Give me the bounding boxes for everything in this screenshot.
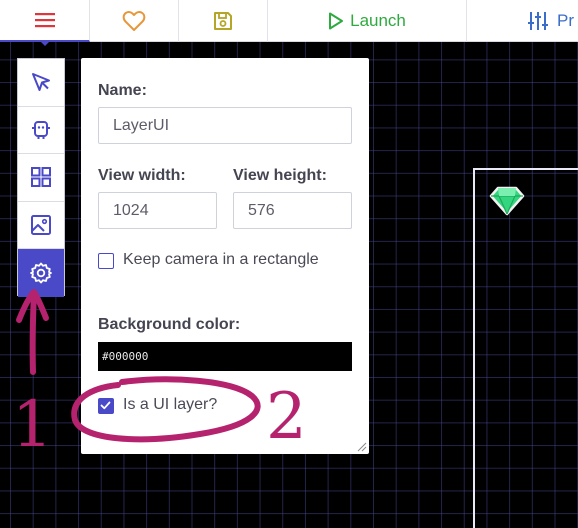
is-ui-layer-label[interactable]: Is a UI layer? [123,396,217,414]
project-label: Pr [557,11,574,30]
background-color-label: Background color: [98,316,241,333]
launch-button[interactable]: Launch [268,0,467,42]
play-icon [329,12,344,30]
launch-label: Launch [350,11,406,30]
robot-icon [32,120,50,139]
checkmark-icon [100,401,111,410]
favorite-button[interactable] [90,0,179,42]
background-color-input[interactable]: #000000 [98,342,352,371]
keep-camera-checkbox[interactable] [98,253,114,269]
menu-active-caret [40,41,50,46]
image-icon [31,214,51,235]
keep-camera-label[interactable]: Keep camera in a rectangle [123,251,319,269]
hamburger-icon [34,13,55,28]
grid-icon [31,167,51,188]
properties-tool-button[interactable] [18,249,64,297]
project-settings-button[interactable]: Pr [467,0,578,42]
select-tool-button[interactable] [18,59,64,107]
cursor-icon [32,73,50,92]
name-label: Name: [98,82,147,99]
save-button[interactable] [179,0,268,42]
is-ui-layer-checkbox[interactable] [98,398,114,414]
camera-viewport-frame [473,168,578,528]
tool-palette [17,58,65,297]
layer-properties-panel: Name: LayerUI View width: 1024 View heig… [81,58,369,454]
top-toolbar: Launch Pr [0,0,578,46]
backgrounds-tool-button[interactable] [18,202,64,249]
view-width-input[interactable]: 1024 [98,192,217,229]
annotation-step-one: 1 [12,388,53,462]
tiles-tool-button[interactable] [18,154,64,202]
gem-icon[interactable] [489,186,525,216]
view-height-label: View height: [233,167,327,184]
menu-button[interactable] [0,0,90,46]
copies-tool-button[interactable] [18,107,64,154]
gear-icon [30,262,52,284]
resize-grip-icon[interactable] [357,442,367,452]
floppy-disk-icon [214,12,232,30]
view-width-label: View width: [98,167,186,184]
name-input[interactable]: LayerUI [98,107,352,144]
heart-icon [122,11,146,31]
sliders-icon [528,12,548,30]
view-height-input[interactable]: 576 [233,192,352,229]
arrow-shaft [29,290,37,375]
